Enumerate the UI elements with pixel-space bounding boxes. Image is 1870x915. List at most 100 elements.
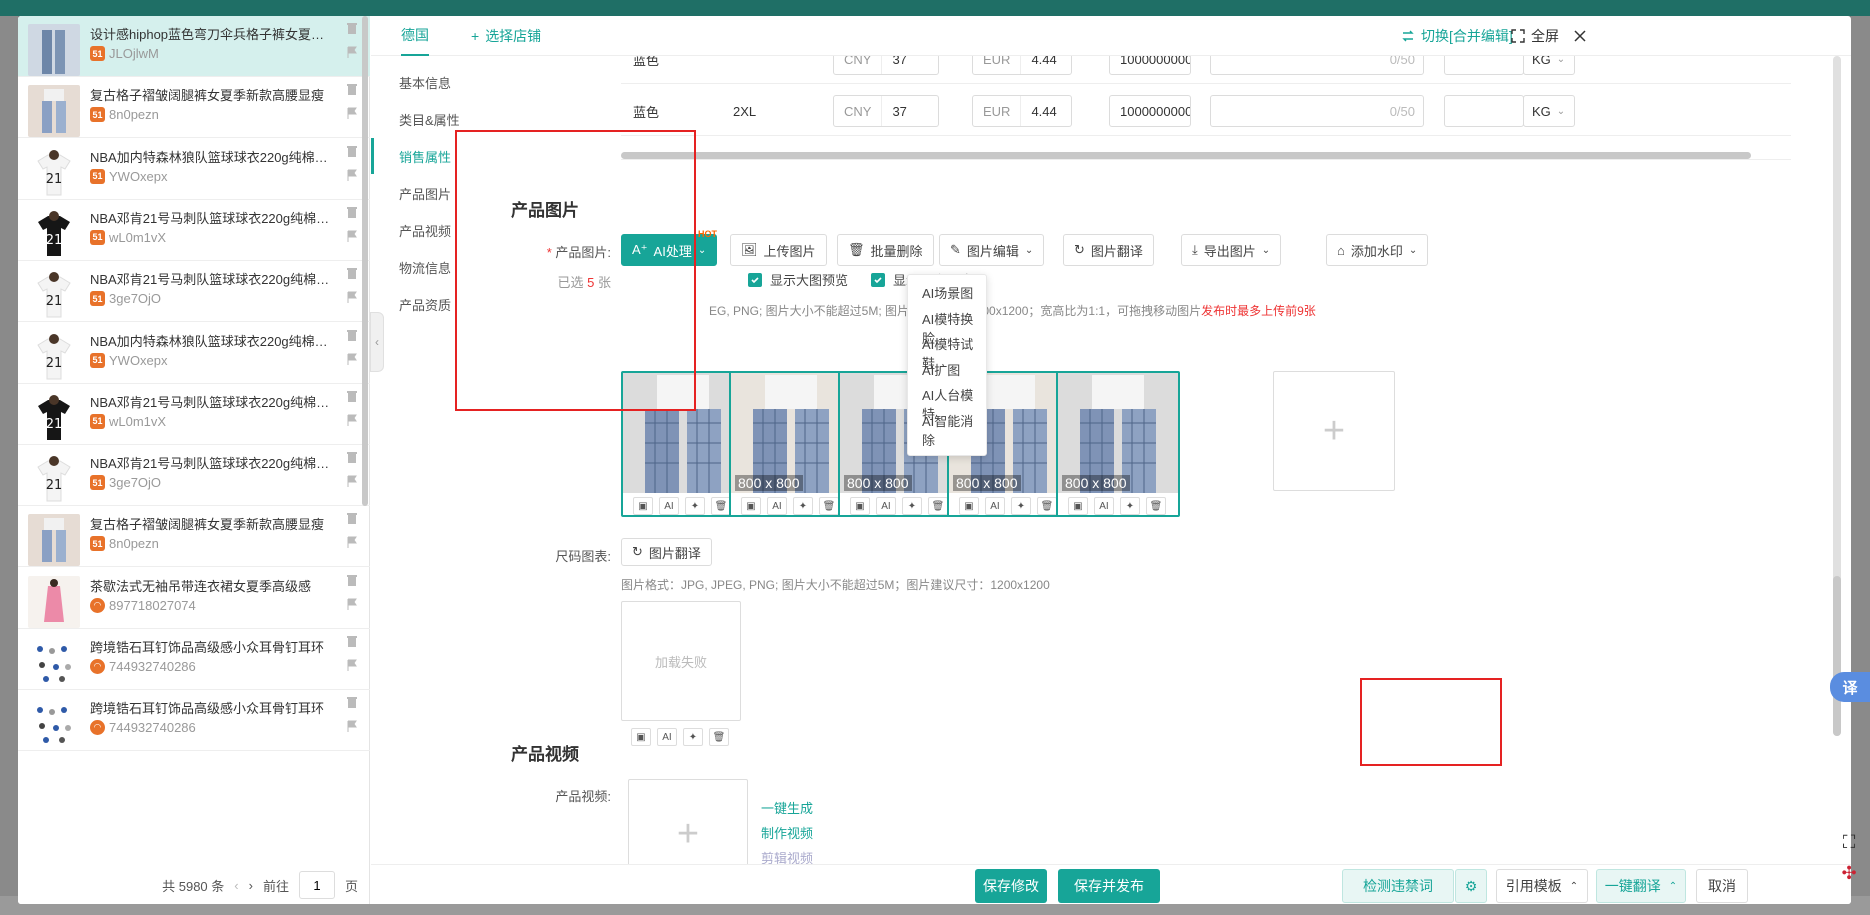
flag-icon[interactable] — [346, 659, 358, 671]
product-list-item[interactable]: 复古格子褶皱阔腿裤女夏季新款高腰显瘦 51 8n0pezn — [18, 506, 370, 568]
pager-prev-icon[interactable]: ‹ — [234, 878, 238, 893]
product-list-item[interactable]: 21 NBA邓肯21号马刺队篮球球衣220g纯棉短袖 51 3ge7OjO — [18, 445, 370, 507]
flag-icon[interactable] — [346, 291, 358, 304]
product-list-item[interactable]: 21 NBA加内特森林狼队篮球球衣220g纯棉短袖 51 YWOxepx — [18, 139, 370, 200]
flag-icon[interactable] — [346, 414, 358, 426]
product-list-item[interactable]: 复古格子褶皱阔腿裤女夏季新款高腰显瘦 51 8n0pezn — [18, 77, 370, 139]
ai-tool-button[interactable]: AI — [657, 728, 677, 746]
flag-icon[interactable] — [346, 536, 358, 549]
video-link-edit[interactable]: 剪辑视频 — [761, 848, 813, 864]
flag-icon[interactable] — [346, 169, 358, 181]
add-video-button[interactable]: + — [628, 779, 748, 864]
weight-input[interactable] — [1444, 56, 1524, 75]
trash-icon[interactable] — [346, 22, 358, 34]
product-list-item[interactable]: 茶歇法式无袖吊带连衣裙女夏季高级感 ◠ 897718027074 — [18, 568, 370, 629]
image-edit-icon[interactable]: ▣ — [741, 497, 761, 515]
trash-icon[interactable]: 🗑 — [1146, 497, 1166, 515]
flag-icon[interactable] — [346, 475, 358, 488]
ai-menu-item[interactable]: AI智能消除 — [922, 411, 986, 449]
trash-icon[interactable] — [346, 206, 358, 218]
video-link-make[interactable]: 制作视频 — [761, 823, 813, 842]
check-forbidden-words-button[interactable]: 检测违禁词 — [1342, 869, 1454, 903]
image-edit-icon[interactable]: ▣ — [631, 728, 651, 746]
trash-icon[interactable]: 🗑 — [711, 497, 731, 515]
export-image-button[interactable]: ⤓ 导出图片 ⌄ — [1181, 234, 1282, 266]
trash-icon[interactable] — [346, 329, 358, 341]
weight-unit-select[interactable]: KG ⌄ — [1523, 95, 1575, 127]
image-edit-button[interactable]: ✎ 图片编辑 ⌄ — [939, 234, 1045, 266]
floating-translate-button[interactable]: 译 — [1830, 672, 1870, 702]
flag-icon[interactable] — [346, 230, 358, 242]
magic-wand-icon[interactable]: ✦ — [902, 497, 922, 515]
sku-table-scrollbar[interactable] — [621, 152, 1751, 159]
image-edit-icon[interactable]: ▣ — [850, 497, 870, 515]
language-icon[interactable]: ⛶ — [1843, 832, 1856, 853]
trash-icon[interactable] — [346, 267, 358, 280]
price-eur-input[interactable]: EUR 4.44 — [972, 95, 1072, 127]
ai-menu-item[interactable]: AI扩图 — [922, 360, 960, 379]
save-publish-button[interactable]: 保存并发布 — [1058, 869, 1160, 903]
network-icon[interactable]: ✣ — [1841, 863, 1856, 884]
magic-wand-icon[interactable]: ✦ — [793, 497, 813, 515]
ai-tool-button[interactable]: AI — [659, 497, 679, 515]
price-cny-input[interactable]: CNY 37 — [833, 56, 939, 75]
add-image-button[interactable]: + — [1273, 371, 1395, 491]
one-click-translate-button[interactable]: 一键翻译 ⌃ — [1596, 869, 1686, 903]
trash-icon[interactable] — [346, 83, 358, 96]
ai-tool-button[interactable]: AI — [876, 497, 896, 515]
nav-item[interactable]: 基本信息 — [371, 64, 491, 100]
batch-delete-button[interactable]: 🗑 批量删除 — [837, 234, 934, 266]
product-list-item[interactable]: 21 NBA邓肯21号马刺队篮球球衣220g纯棉短袖 51 wL0m1vX — [18, 384, 370, 445]
product-list-scrollbar[interactable] — [362, 16, 368, 506]
flag-icon[interactable] — [346, 598, 358, 610]
stock-input[interactable]: 1000000000 — [1109, 56, 1191, 75]
magic-wand-icon[interactable]: ✦ — [685, 497, 705, 515]
product-list-item[interactable]: 设计感hiphop蓝色弯刀伞兵格子裤女夏季新款 51 JLOjlwM — [18, 16, 370, 77]
magic-wand-icon[interactable]: ✦ — [683, 728, 703, 746]
sku-note-input[interactable]: 0/50 — [1210, 95, 1424, 127]
image-edit-icon[interactable]: ▣ — [959, 497, 979, 515]
video-link-generate[interactable]: 一键生成 — [761, 798, 813, 817]
ai-tool-button[interactable]: AI — [985, 497, 1005, 515]
product-image-card[interactable]: 800 x 800 ▣ AI ✦ 🗑 — [1056, 371, 1180, 517]
image-translate-button[interactable]: ↻ 图片翻译 — [1063, 234, 1154, 266]
tab-germany[interactable]: 德国 — [401, 16, 429, 56]
pager-next-icon[interactable]: › — [249, 878, 253, 893]
product-list-item[interactable]: 21 NBA加内特森林狼队篮球球衣220g纯棉短袖 51 YWOxepx — [18, 323, 370, 384]
price-cny-input[interactable]: CNY 37 — [833, 95, 939, 127]
form-scrollbar[interactable] — [1833, 56, 1841, 736]
trash-icon[interactable] — [346, 145, 358, 157]
trash-icon[interactable]: 🗑 — [928, 497, 948, 515]
switch-merge-edit-button[interactable]: 切换[合并编辑] — [1401, 16, 1513, 56]
product-list-item[interactable]: 21 NBA邓肯21号马刺队篮球球衣220g纯棉短袖 51 wL0m1vX — [18, 200, 370, 261]
ai-menu-item[interactable]: AI场景图 — [922, 283, 973, 302]
flag-icon[interactable] — [346, 107, 358, 120]
product-list-item[interactable]: 跨境锆石耳钉饰品高级感小众耳骨钉耳环 ◠ 744932740286 — [18, 690, 370, 752]
trash-icon[interactable] — [346, 696, 358, 709]
weight-unit-select[interactable]: KG ⌄ — [1523, 56, 1575, 75]
close-button[interactable] — [1573, 16, 1587, 56]
product-list-item[interactable]: 跨境锆石耳钉饰品高级感小众耳骨钉耳环 ◠ 744932740286 — [18, 629, 370, 690]
magic-wand-icon[interactable]: ✦ — [1120, 497, 1140, 515]
pager-page-input[interactable] — [298, 871, 335, 899]
flag-icon[interactable] — [346, 720, 358, 733]
trash-icon[interactable] — [346, 512, 358, 525]
trash-icon[interactable] — [346, 574, 358, 586]
trash-icon[interactable] — [346, 451, 358, 464]
trash-icon[interactable]: 🗑 — [819, 497, 839, 515]
save-button[interactable]: 保存修改 — [975, 869, 1047, 903]
ai-tool-button[interactable]: AI — [1094, 497, 1114, 515]
trash-icon[interactable]: 🗑 — [1037, 497, 1057, 515]
size-chart-image[interactable]: 加载失败 — [621, 601, 741, 721]
trash-icon[interactable]: 🗑 — [709, 728, 729, 746]
add-watermark-button[interactable]: ⌂ 添加水印 ⌄ — [1326, 234, 1429, 266]
product-image-card[interactable]: 800 x 800 ▣ AI ✦ 🗑 — [729, 371, 853, 517]
fullscreen-button[interactable]: 全屏 — [1511, 16, 1559, 56]
price-eur-input[interactable]: EUR 4.44 — [972, 56, 1072, 75]
check-settings-button[interactable]: ⚙ — [1455, 869, 1487, 903]
ai-tool-button[interactable]: AI — [767, 497, 787, 515]
flag-icon[interactable] — [346, 46, 358, 58]
stock-input[interactable]: 1000000000 — [1109, 95, 1191, 127]
image-edit-icon[interactable]: ▣ — [1068, 497, 1088, 515]
size-chart-translate-button[interactable]: ↻ 图片翻译 — [621, 538, 712, 566]
